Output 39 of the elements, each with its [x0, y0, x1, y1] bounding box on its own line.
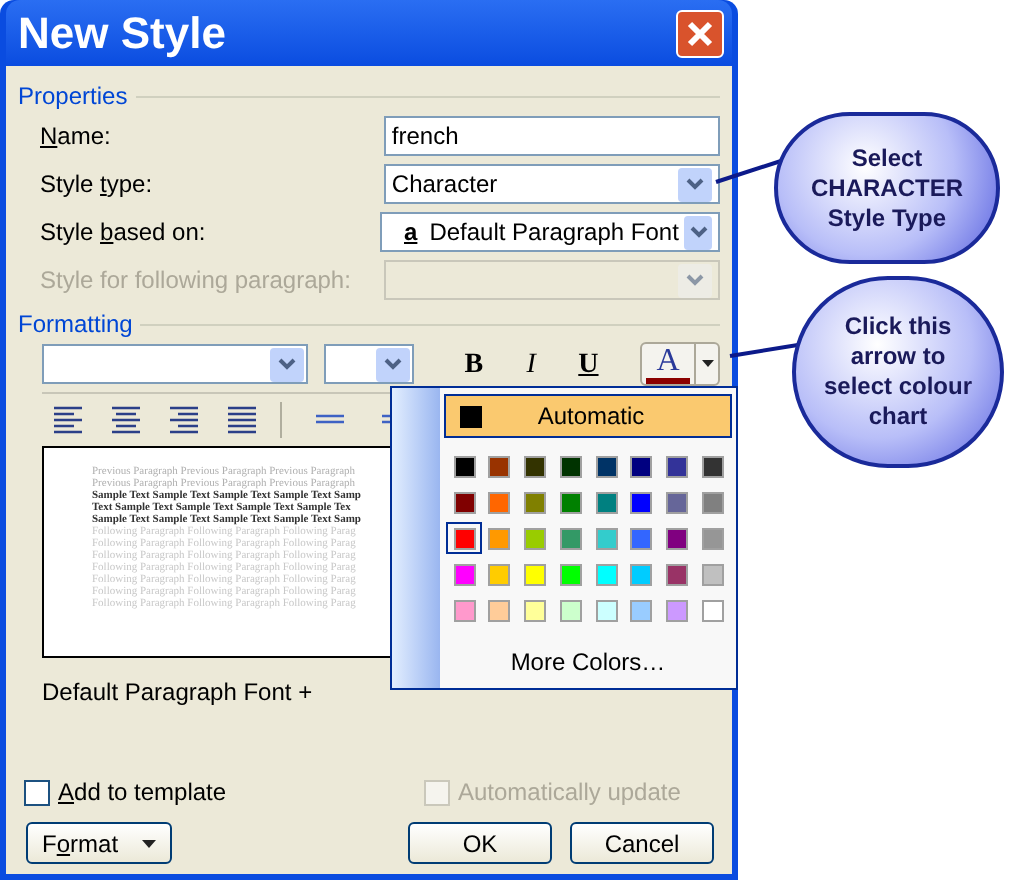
callout-bubble: Select CHARACTER Style Type — [774, 112, 1000, 264]
field-label: Name: — [40, 120, 113, 154]
callout-bubble: Click this arrow to select colour chart — [792, 276, 1004, 468]
dropdown-arrow-icon[interactable] — [694, 344, 719, 384]
field-label: Style for following paragraph: — [40, 264, 353, 298]
window-title: New Style — [16, 6, 226, 62]
style-description: Default Paragraph Font + — [40, 676, 315, 706]
more-colors-option[interactable]: More Colors… — [444, 644, 732, 680]
automatic-option[interactable]: Automatic — [444, 394, 732, 438]
justify-icon[interactable] — [222, 406, 260, 434]
close-icon — [686, 19, 714, 47]
dialog-button[interactable]: OK — [408, 822, 552, 864]
align-right-icon[interactable] — [164, 406, 202, 434]
section-heading: Properties — [18, 80, 128, 114]
bold-button[interactable]: B — [454, 344, 494, 384]
font-color-button[interactable]: A — [640, 342, 721, 386]
close-button[interactable] — [676, 9, 724, 57]
align-center-icon[interactable] — [106, 406, 144, 434]
dropdown-field[interactable] — [383, 260, 720, 300]
field-label: Style based on: — [40, 216, 208, 250]
checkbox-label: Automatically update — [458, 776, 681, 810]
caret-icon — [142, 839, 156, 847]
checkbox-label: Add to template — [58, 776, 227, 810]
section-heading: Formatting — [18, 308, 133, 342]
italic-button[interactable]: I — [511, 344, 551, 384]
field-label: Style type: — [40, 168, 155, 202]
dropdown-field[interactable]: a Default Paragraph Font — [380, 212, 720, 252]
line-spacing-icon[interactable] — [310, 414, 348, 426]
style-type-icon: a — [388, 214, 418, 250]
dialog-button[interactable]: Cancel — [570, 822, 714, 864]
underline-button[interactable]: U — [568, 344, 609, 384]
color-swatch[interactable] — [446, 522, 482, 554]
format-button[interactable]: Format — [26, 822, 172, 864]
text-field[interactable]: french — [383, 116, 720, 156]
font-size-field[interactable] — [324, 344, 415, 384]
font-name-field[interactable] — [42, 344, 309, 384]
align-left-icon[interactable] — [48, 406, 86, 434]
checkbox[interactable] — [24, 779, 50, 805]
dropdown-field[interactable]: Character — [383, 164, 720, 204]
